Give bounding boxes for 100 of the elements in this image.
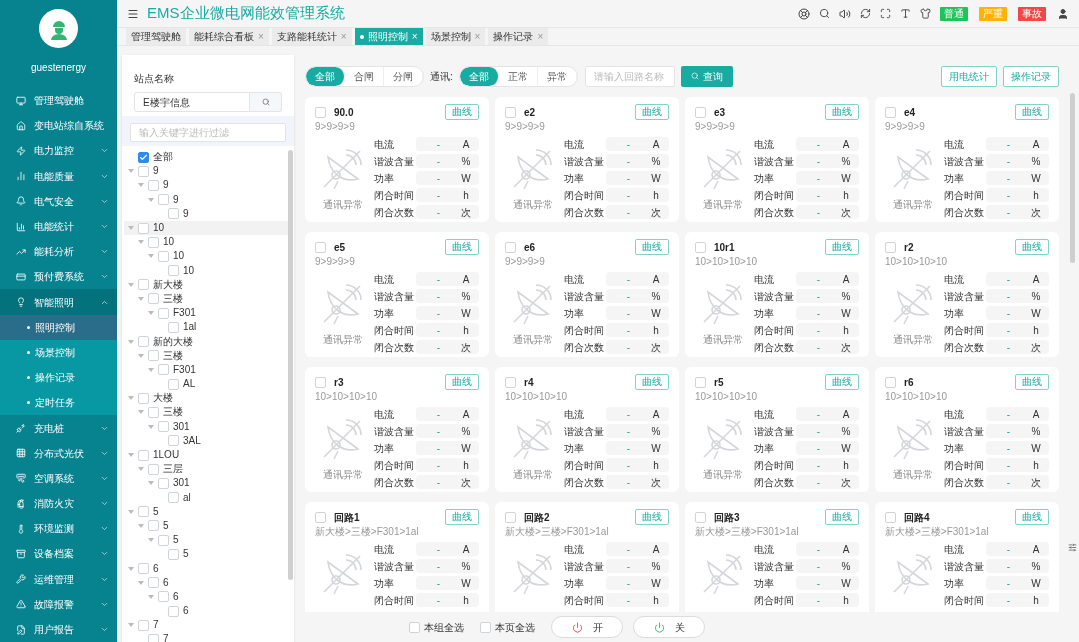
shirt-icon[interactable]	[920, 8, 931, 19]
caret-icon[interactable]	[138, 353, 144, 358]
submenu-item[interactable]: 照明控制	[0, 314, 117, 340]
tree-item[interactable]: 9	[153, 166, 159, 177]
curve-button[interactable]: 曲线	[1015, 509, 1049, 525]
tree-item[interactable]: 5	[183, 549, 189, 560]
page-tab[interactable]: 支路能耗统计 ×	[271, 28, 352, 45]
close-icon[interactable]: ×	[537, 31, 544, 42]
tree-item[interactable]: 5	[163, 520, 169, 531]
sidebar-item[interactable]: 管理驾驶舱	[0, 88, 117, 114]
caret-icon[interactable]	[138, 240, 144, 245]
tree-item[interactable]: 10	[163, 237, 175, 248]
tree-item[interactable]: 9	[163, 180, 169, 191]
caret-icon[interactable]	[138, 410, 144, 415]
caret-icon[interactable]	[128, 339, 134, 344]
tree-item[interactable]: 5	[153, 506, 159, 517]
sidebar-item[interactable]: 电气安全	[0, 188, 117, 214]
page-tab[interactable]: 照明控制 ×	[354, 28, 423, 45]
caret-icon[interactable]	[138, 467, 144, 472]
page-tab[interactable]: 场景控制 ×	[425, 28, 486, 45]
submenu-item[interactable]: 定时任务	[0, 390, 117, 416]
menu-icon[interactable]	[127, 7, 139, 20]
scrollbar[interactable]	[288, 150, 293, 580]
curve-button[interactable]: 曲线	[825, 374, 859, 390]
curve-button[interactable]: 曲线	[825, 104, 859, 120]
submenu-item[interactable]: 操作记录	[0, 365, 117, 391]
font-icon[interactable]	[900, 8, 911, 19]
curve-button[interactable]: 曲线	[635, 509, 669, 525]
tree-item[interactable]: 7	[153, 620, 159, 631]
sidebar-item[interactable]: 分布式光伏	[0, 440, 117, 466]
submenu-item[interactable]: 场景控制	[0, 339, 117, 366]
speaker-icon[interactable]	[839, 7, 851, 20]
close-icon[interactable]: ×	[340, 31, 347, 42]
sidebar-item[interactable]: 消防火灾	[0, 491, 117, 517]
support-icon[interactable]	[798, 7, 810, 20]
caret-icon[interactable]	[138, 523, 144, 528]
filter-option[interactable]: 全部	[306, 66, 345, 86]
sidebar-item[interactable]: 空调系统	[0, 465, 117, 491]
tree-item[interactable]: 三楼	[163, 407, 183, 418]
caret-icon[interactable]	[138, 580, 144, 585]
caret-icon[interactable]	[148, 367, 154, 372]
caret-icon[interactable]	[128, 623, 134, 628]
caret-icon[interactable]	[148, 197, 154, 202]
close-icon[interactable]: ×	[474, 31, 481, 42]
tree-item[interactable]: 3AL	[183, 435, 201, 446]
tree-item[interactable]: 6	[183, 606, 189, 617]
caret-icon[interactable]	[128, 226, 134, 231]
tree-item[interactable]: 新大楼	[153, 279, 183, 290]
user-icon[interactable]	[1057, 7, 1069, 20]
caret-icon[interactable]	[148, 311, 154, 316]
caret-icon[interactable]	[128, 453, 134, 458]
tree-item[interactable]: 全部	[153, 152, 173, 163]
curve-button[interactable]: 曲线	[635, 239, 669, 255]
search-icon[interactable]	[819, 8, 830, 19]
settings-icon[interactable]	[1067, 543, 1077, 552]
curve-button[interactable]: 曲线	[445, 104, 479, 120]
tree-item[interactable]: 301	[173, 421, 190, 432]
circuit-search-field[interactable]: 请输入回路名称	[584, 65, 675, 87]
tree-item[interactable]: F301	[173, 308, 196, 319]
curve-button[interactable]: 曲线	[1015, 104, 1049, 120]
tree-item[interactable]: 1al	[183, 322, 197, 333]
sidebar-item[interactable]: 智能照明	[0, 289, 117, 315]
query-button[interactable]: 查询	[680, 65, 733, 87]
curve-button[interactable]: 曲线	[445, 509, 479, 525]
tree-item[interactable]: 大楼	[153, 393, 173, 404]
tree-item[interactable]: 5	[173, 535, 179, 546]
alarm-badge[interactable]: 普通	[940, 6, 968, 21]
outline-button[interactable]: 操作记录	[1003, 65, 1059, 87]
on-button[interactable]: 开	[551, 616, 623, 638]
sidebar-item[interactable]: 电力监控	[0, 138, 117, 164]
sidebar-item[interactable]: 环境监测	[0, 516, 117, 542]
sidebar-item[interactable]: 电能质量	[0, 163, 117, 189]
tree-item[interactable]: 10	[183, 265, 195, 276]
caret-icon[interactable]	[128, 282, 134, 287]
caret-icon[interactable]	[148, 538, 154, 543]
tree-item[interactable]: 9	[183, 208, 189, 219]
tree-item[interactable]: 9	[173, 194, 179, 205]
curve-button[interactable]: 曲线	[635, 374, 669, 390]
page-tab[interactable]: 能耗综合看板 ×	[189, 28, 269, 45]
filter-option[interactable]: 正常	[498, 66, 538, 86]
curve-button[interactable]: 曲线	[1015, 239, 1049, 255]
tree-item[interactable]: 10	[173, 251, 185, 262]
caret-icon[interactable]	[138, 183, 144, 188]
off-button[interactable]: 关	[633, 616, 705, 638]
caret-icon[interactable]	[148, 254, 154, 259]
caret-icon[interactable]	[128, 169, 134, 174]
checkbox[interactable]	[138, 151, 149, 163]
tree-item[interactable]: 三楼	[163, 350, 183, 361]
caret-icon[interactable]	[128, 396, 134, 401]
filter-option[interactable]: 全部	[459, 66, 499, 86]
sidebar-item[interactable]: 预付费系统	[0, 264, 117, 290]
tree-item[interactable]: 6	[173, 591, 179, 602]
tree-item[interactable]: 10	[153, 223, 165, 234]
tree-item[interactable]: 6	[163, 577, 169, 588]
refresh-icon[interactable]	[860, 8, 871, 19]
tree-item[interactable]: 1LOU	[153, 450, 180, 461]
filter-option[interactable]: 合闸	[345, 66, 384, 86]
close-icon[interactable]: ×	[258, 31, 264, 42]
page-tab[interactable]: 管理驾驶舱	[126, 28, 186, 45]
sidebar-item[interactable]: 故障报警	[0, 591, 117, 617]
